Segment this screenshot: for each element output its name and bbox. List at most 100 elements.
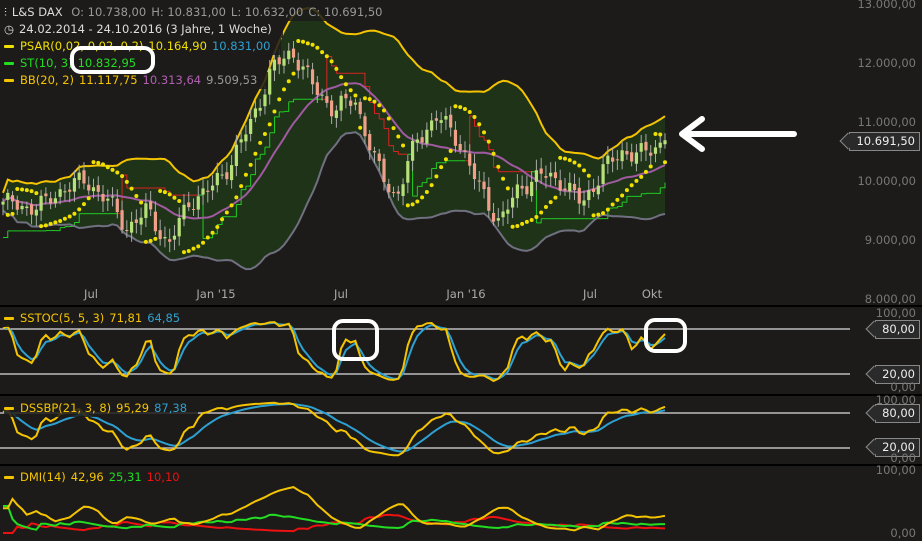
indicator-settings-icon[interactable]: ⫶ — [4, 5, 7, 19]
legend-bb[interactable]: BB(20, 2) 11.117,75 10.313,64 9.509,53 — [4, 72, 269, 89]
candle-body — [634, 152, 639, 164]
psar-dot — [215, 224, 220, 229]
candle-body — [482, 181, 486, 190]
psar-dot — [110, 167, 115, 172]
candle-body — [434, 118, 438, 121]
candle-body — [139, 217, 143, 225]
candle-body — [372, 151, 377, 153]
candle-body — [358, 101, 362, 115]
psar-dot — [439, 165, 444, 170]
psar-dot — [139, 200, 144, 205]
candle-body — [68, 189, 72, 192]
psar-dot — [210, 230, 215, 235]
psar-dot — [67, 214, 72, 219]
price-tick: 10.000,00 — [857, 174, 916, 188]
candle-body — [591, 188, 596, 192]
candle-body — [525, 186, 529, 195]
psar-dot — [663, 160, 667, 165]
last-price-tag: 10.691,50 — [849, 132, 920, 151]
psar-dot — [29, 189, 34, 194]
psar-dot — [596, 212, 601, 217]
psar-dot — [158, 189, 163, 194]
psar-dot — [405, 203, 410, 208]
psar-dot — [558, 155, 563, 160]
psar-dot — [267, 122, 272, 127]
psar-dot — [20, 187, 25, 192]
candle-body — [53, 198, 57, 204]
psar-dot — [620, 193, 625, 198]
psar-dot — [234, 195, 239, 200]
candle-body — [630, 152, 634, 162]
candle-body — [510, 197, 515, 208]
highlight-st-value — [70, 46, 155, 74]
dmi-tick: 0,00 — [890, 526, 916, 540]
candle-body — [439, 120, 443, 123]
candle-body — [82, 170, 86, 184]
candle-body — [344, 93, 348, 99]
candle-body — [39, 195, 43, 211]
legend-sstoc[interactable]: SSTOC(5, 5, 3) 71,81 64,85 — [4, 310, 192, 327]
psar-dot — [101, 162, 106, 167]
candle-body — [349, 100, 353, 106]
candle-body — [258, 107, 262, 111]
candle-body — [125, 230, 129, 232]
legend-dssbp[interactable]: DSSBP(21, 3, 8) 95,29 87,38 — [4, 400, 199, 417]
candle-body — [458, 143, 462, 151]
bb-lower-value: 9.509,53 — [206, 73, 258, 87]
psar-dot — [615, 197, 620, 202]
bb-mid-value: 10.313,64 — [142, 73, 202, 87]
psar-dot — [448, 149, 453, 154]
psar-dot — [477, 122, 482, 127]
candle-body — [396, 191, 400, 194]
candle-body — [120, 210, 124, 230]
psar-dot — [601, 211, 606, 216]
candle-body — [187, 202, 191, 208]
candle-body — [215, 172, 219, 186]
psar-dot — [458, 105, 463, 110]
psar-dot — [186, 248, 191, 253]
psar-dot — [372, 99, 377, 104]
psar-dot — [248, 162, 253, 167]
candle-body — [601, 164, 605, 184]
arrow-annotation-icon — [679, 116, 797, 152]
psar-dot — [77, 207, 82, 212]
candle-body — [353, 102, 358, 105]
psar-dot — [453, 104, 458, 109]
psar-dot — [643, 169, 648, 174]
date-range[interactable]: 24.02.2014 - 24.10.2016 (3 Jahre, 1 Woch… — [19, 22, 272, 36]
psar-dot — [586, 173, 591, 178]
psar-dot — [96, 160, 101, 165]
candle-body — [515, 184, 519, 199]
psar-dot — [415, 199, 420, 204]
candle-body — [325, 96, 329, 103]
candle-body — [387, 183, 391, 193]
psar-dot — [105, 165, 110, 170]
candle-body — [468, 153, 472, 166]
psar-dot — [482, 130, 487, 135]
candle-body — [539, 168, 543, 174]
legend-dmi[interactable]: DMI(14) 42,96 25,31 10,10 — [4, 469, 191, 486]
candle-body — [658, 142, 662, 148]
st-label: ST(10, 3) — [20, 56, 73, 70]
sstoc-label: SSTOC(5, 5, 3) — [20, 311, 105, 325]
psar-dot — [24, 188, 29, 193]
psar-dot — [362, 96, 367, 101]
x-label: Jan '15 — [196, 287, 236, 301]
psar-dot — [115, 170, 120, 175]
candle-body — [182, 204, 186, 220]
candle-body — [320, 94, 324, 96]
psar-dot — [124, 179, 129, 184]
candle-body — [410, 140, 415, 161]
psar-dot — [15, 187, 20, 192]
candle-body — [568, 182, 572, 192]
psar-dot — [467, 110, 472, 115]
bb-label: BB(20, 2) — [20, 73, 75, 87]
candle-body — [544, 176, 548, 178]
psar-dot — [591, 213, 596, 218]
highlight-sstoc-crossover — [332, 319, 379, 361]
candle-body — [401, 184, 405, 196]
psar-dot — [239, 184, 244, 189]
candle-body — [225, 172, 229, 180]
candle-body — [239, 139, 243, 143]
candle-body — [501, 211, 505, 218]
